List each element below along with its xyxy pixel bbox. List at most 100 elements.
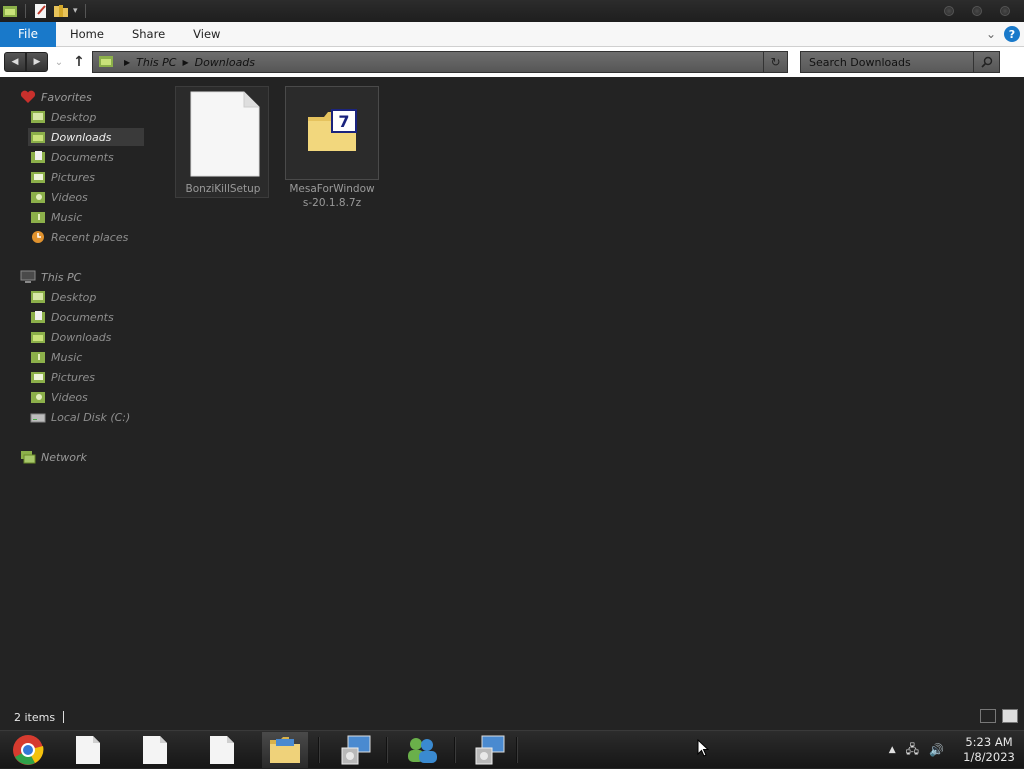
show-hidden-icons-icon[interactable]: ▲ [889,745,896,755]
document-icon [143,736,167,764]
close-button[interactable] [1000,6,1010,16]
drive-icon [30,413,46,423]
taskbar-setup-2[interactable] [466,732,514,768]
taskbar-separator [454,737,456,763]
breadcrumb-this-pc[interactable]: This PC [136,56,176,69]
explorer-icon[interactable] [2,3,18,19]
recent-locations-icon[interactable]: ⌄ [52,57,66,68]
address-toolbar: ◀ ▶ ⌄ ↑ ▶ This PC ▶ Downloads ↻ Search D… [0,47,1024,77]
tab-share[interactable]: Share [118,22,179,47]
sidebar-item-label: Downloads [51,130,112,144]
taskbar-messenger[interactable] [398,732,446,768]
desktop-folder-icon [31,291,45,303]
title-bar: ▾ [0,0,1024,22]
quick-access-toolbar: ▾ [0,3,89,19]
taskbar-file-explorer[interactable] [262,732,308,768]
mouse-cursor-icon [697,739,709,757]
sidebar-item-label: Desktop [51,110,97,124]
search-button[interactable] [974,51,1000,73]
taskbar-separator [386,737,388,763]
taskbar-document-3[interactable] [198,732,246,768]
computer-icon [20,270,36,283]
videos-folder-icon [31,392,45,403]
taskbar-document-2[interactable] [131,732,179,768]
taskbar-setup-1[interactable] [332,732,380,768]
help-button[interactable]: ? [1004,26,1020,42]
nav-group-label: This PC [41,270,82,284]
blank-document-icon [190,91,260,177]
sidebar-item-pc-videos[interactable]: Videos [28,388,144,406]
refresh-button[interactable]: ↻ [764,51,788,73]
network-status-icon[interactable]: 🖧 [906,740,919,761]
downloads-folder-icon [31,332,45,343]
sidebar-item-videos[interactable]: Videos [28,188,144,206]
sidebar-item-label: Local Disk (C:) [51,410,131,424]
sidebar-item-label: Music [51,210,83,224]
breadcrumb-arrow-icon: ▶ [124,57,131,67]
sidebar-item-pictures[interactable]: Pictures [28,168,144,186]
sidebar-item-pc-documents[interactable]: Documents [28,308,144,326]
documents-folder-icon [31,311,45,323]
sidebar-item-desktop[interactable]: Desktop [28,108,144,126]
volume-icon[interactable]: 🔊 [929,743,944,757]
large-icons-view-icon[interactable] [1002,709,1018,723]
document-icon [210,736,234,764]
customize-toolbar-icon[interactable]: ▾ [73,6,78,16]
up-button[interactable]: ↑ [70,54,88,70]
file-name: MesaForWindow s-20.1.8.7z [282,182,382,210]
minimize-button[interactable] [944,6,954,16]
desktop-folder-icon [31,111,45,123]
clock[interactable]: 5:23 AM 1/8/2023 [954,735,1024,765]
nav-group-label: Network [41,450,87,464]
sidebar-item-label: Documents [51,310,114,324]
forward-arrow-icon: ▶ [33,57,41,67]
nav-group-this-pc[interactable]: This PC [20,270,81,284]
address-bar[interactable]: ▶ This PC ▶ Downloads [92,51,764,73]
taskbar-document-1[interactable] [64,732,112,768]
details-view-icon[interactable] [980,709,996,723]
sidebar-item-label: Videos [51,390,88,404]
sidebar-item-documents[interactable]: Documents [28,148,144,166]
maximize-button[interactable] [972,6,982,16]
new-folder-icon[interactable] [53,3,69,19]
network-icon [21,451,36,464]
nav-group-network[interactable]: Network [20,450,87,464]
sidebar-item-pc-downloads[interactable]: Downloads [28,328,144,346]
pictures-folder-icon [31,172,45,183]
sidebar-item-recent-places[interactable]: Recent places [28,228,144,246]
breadcrumb-downloads[interactable]: Downloads [195,56,255,69]
sidebar-item-label: Pictures [51,170,96,184]
tab-view[interactable]: View [179,22,234,47]
messenger-icon [408,738,437,763]
music-folder-icon [31,212,45,223]
system-tray: ▲ 🖧 🔊 5:23 AM 1/8/2023 [889,731,1024,769]
file-name-line: s-20.1.8.7z [302,197,362,209]
back-arrow-icon: ◀ [11,57,19,67]
file-item[interactable]: 7 [285,86,379,180]
tab-home[interactable]: Home [56,22,118,47]
sidebar-item-downloads[interactable]: Downloads [28,128,144,146]
clock-date: 1/8/2023 [963,750,1015,764]
sidebar-item-label: Videos [51,190,88,204]
sidebar-item-pc-music[interactable]: Music [28,348,144,366]
status-divider [63,711,65,723]
toolbar-separator [84,4,86,18]
properties-icon[interactable] [33,3,49,19]
file-name-line: MesaForWindow [289,183,375,195]
sidebar-item-local-disk[interactable]: Local Disk (C:) [28,408,144,426]
sidebar-item-label: Downloads [51,330,112,344]
sidebar-item-pc-desktop[interactable]: Desktop [28,288,144,306]
search-input[interactable]: Search Downloads [800,51,974,73]
chrome-icon [13,735,44,765]
expand-ribbon-icon[interactable]: ⌄ [986,27,996,41]
back-button[interactable]: ◀ [4,52,26,72]
document-icon [76,736,100,764]
start-button[interactable] [6,732,50,768]
sidebar-item-pc-pictures[interactable]: Pictures [28,368,144,386]
nav-group-favorites[interactable]: Favorites [20,90,92,104]
sidebar-item-music[interactable]: Music [28,208,144,226]
tab-file[interactable]: File [0,21,56,47]
sidebar-item-label: Desktop [51,290,97,304]
forward-button[interactable]: ▶ [26,52,48,72]
sidebar-item-label: Pictures [51,370,96,384]
